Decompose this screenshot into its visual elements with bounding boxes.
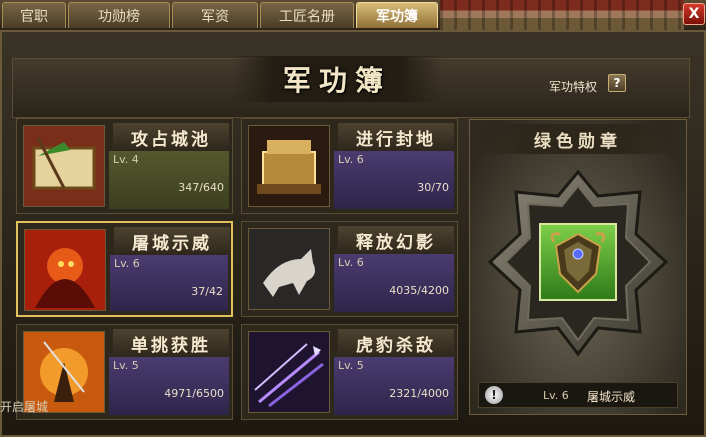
achievement-card[interactable]: 攻占城池 Lv. 4 347/640: [16, 118, 233, 214]
tab-merit-ranking[interactable]: 功勋榜: [68, 2, 170, 28]
achievement-card[interactable]: 虎豹杀敌 Lv. 5 2321/4000: [241, 324, 458, 420]
achievement-card[interactable]: 进行封地 Lv. 6 30/70: [241, 118, 458, 214]
tab-label: 官职: [20, 8, 48, 25]
tab-label: 功勋榜: [98, 8, 140, 25]
tab-label: 军资: [201, 8, 229, 25]
achievement-progress: 4035/4200: [389, 284, 449, 297]
tab-official[interactable]: 官职: [2, 2, 66, 28]
question-icon: ?: [613, 76, 621, 90]
badge-name: 屠城示威: [587, 390, 636, 404]
achievement-name: 单挑获胜: [113, 329, 229, 357]
achievement-card[interactable]: 单挑获胜 Lv. 5 4971/6500: [16, 324, 233, 420]
scroll-banner-icon: [23, 125, 105, 207]
badge-level: Lv. 6: [543, 389, 569, 402]
achievement-progress: 37/42: [191, 285, 223, 298]
achievement-level: Lv. 6: [338, 153, 364, 166]
achievement-level: Lv. 4: [113, 153, 139, 166]
badge-title: 绿色勋章: [470, 124, 686, 154]
achievement-progress: 2321/4000: [389, 387, 449, 400]
help-button[interactable]: ?: [608, 74, 626, 92]
arrows-icon: [248, 331, 330, 413]
bottom-status-text: 开启屠城: [0, 400, 49, 414]
badge-info-bar: ! Lv. 6 屠城示威: [478, 382, 678, 408]
achievement-progress: 347/640: [178, 181, 224, 194]
achievement-card[interactable]: 释放幻影 Lv. 6 4035/4200: [241, 221, 458, 317]
tab-label: 军功簿: [376, 8, 418, 25]
achievement-progress: 4971/6500: [164, 387, 224, 400]
achievement-level: Lv. 5: [338, 359, 364, 372]
green-medal-icon[interactable]: [539, 223, 617, 301]
page-title: 军功簿: [282, 64, 391, 97]
achievement-name: 屠城示威: [114, 227, 230, 255]
title-plate: 军功簿: [232, 56, 442, 102]
treasure-chest-icon: [248, 125, 330, 207]
city-scene-image: [440, 0, 684, 30]
achievement-name: 释放幻影: [338, 226, 454, 254]
tab-bar: 官职 功勋榜 军资 工匠名册 军功簿 X: [0, 0, 706, 31]
achievement-card[interactable]: 屠城示威 Lv. 6 37/42: [16, 221, 233, 317]
achievement-level: Lv. 6: [338, 256, 364, 269]
fire-warrior-icon: [24, 229, 106, 311]
close-icon: X: [688, 6, 700, 22]
info-icon: !: [485, 386, 503, 404]
tab-merit-book[interactable]: 军功簿: [356, 2, 438, 28]
tab-label: 工匠名册: [279, 8, 335, 25]
close-button[interactable]: X: [683, 3, 705, 25]
achievement-name: 攻占城池: [113, 123, 229, 151]
achievement-name: 进行封地: [338, 123, 454, 151]
privilege-label[interactable]: 军功特权: [549, 78, 597, 95]
tab-artisan-roster[interactable]: 工匠名册: [260, 2, 354, 28]
phantom-horse-icon: [248, 228, 330, 310]
achievement-level: Lv. 6: [114, 257, 140, 270]
achievement-name: 虎豹杀敌: [338, 329, 454, 357]
badge-panel: 绿色勋章 ! Lv. 6 屠城示威: [469, 119, 687, 415]
achievement-progress: 30/70: [417, 181, 449, 194]
achievement-level: Lv. 5: [113, 359, 139, 372]
badge-ornate-frame: [487, 169, 669, 357]
tab-military-supplies[interactable]: 军资: [172, 2, 258, 28]
